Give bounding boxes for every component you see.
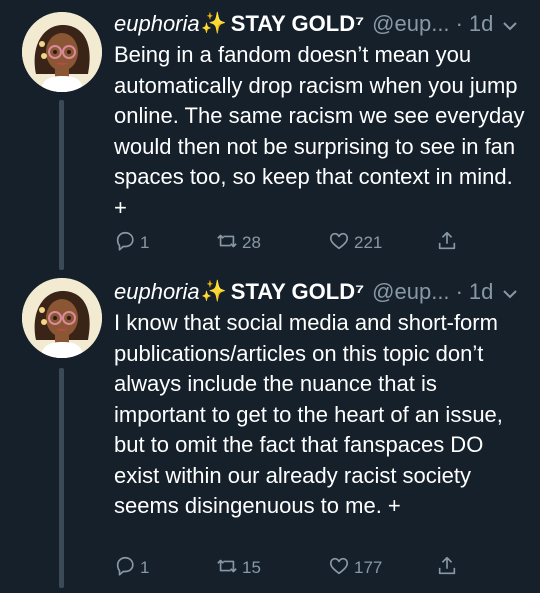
- avatar[interactable]: [22, 12, 102, 92]
- display-name-italic[interactable]: euphoria: [114, 11, 200, 37]
- like-button[interactable]: 177: [328, 555, 382, 582]
- sparkle-emoji: ✨: [200, 12, 227, 35]
- tweet-text: Being in a fandom doesn’t mean you autom…: [114, 42, 525, 220]
- thread-line: [59, 368, 64, 588]
- tweet-1[interactable]: euphoria ✨ STAY GOLD⁷ @eup... · 1d Being…: [0, 0, 540, 275]
- action-bar: 1 15 177: [114, 553, 540, 583]
- avatar[interactable]: [22, 278, 102, 358]
- like-count: 221: [354, 233, 383, 252]
- sparkle-emoji: ✨: [200, 280, 227, 303]
- share-button[interactable]: [436, 230, 462, 257]
- reply-icon: [114, 230, 140, 257]
- like-count: 177: [354, 558, 383, 577]
- handle[interactable]: @eup...: [372, 279, 449, 305]
- reply-count: 1: [140, 558, 150, 577]
- like-icon: [328, 230, 354, 257]
- handle[interactable]: @eup...: [372, 11, 449, 37]
- retweet-count: 15: [242, 558, 261, 577]
- reply-button[interactable]: 1: [114, 230, 149, 257]
- thread-line: [59, 100, 64, 270]
- reply-count: 1: [140, 233, 150, 252]
- display-name-bold[interactable]: STAY GOLD⁷: [231, 279, 364, 305]
- share-icon: [436, 555, 462, 582]
- reply-button[interactable]: 1: [114, 555, 149, 582]
- retweet-button[interactable]: 28: [216, 230, 261, 257]
- share-icon: [436, 230, 462, 257]
- like-icon: [328, 555, 354, 582]
- tweet-2[interactable]: euphoria ✨ STAY GOLD⁷ @eup... · 1d I kno…: [0, 268, 540, 593]
- retweet-button[interactable]: 15: [216, 555, 261, 582]
- tweet-header: euphoria ✨ STAY GOLD⁷ @eup... · 1d: [114, 9, 522, 39]
- chevron-down-icon[interactable]: [501, 15, 519, 33]
- share-button[interactable]: [436, 555, 462, 582]
- separator-dot: ·: [455, 11, 463, 36]
- timestamp[interactable]: 1d: [469, 11, 493, 37]
- reply-icon: [114, 555, 140, 582]
- retweet-icon: [216, 555, 242, 582]
- retweet-icon: [216, 230, 242, 257]
- display-name-italic[interactable]: euphoria: [114, 279, 200, 305]
- separator-dot: ·: [455, 279, 463, 304]
- action-bar: 1 28 221: [114, 228, 540, 258]
- display-name-bold[interactable]: STAY GOLD⁷: [231, 11, 364, 37]
- timestamp[interactable]: 1d: [469, 279, 493, 305]
- like-button[interactable]: 221: [328, 230, 382, 257]
- tweet-text: I know that social media and short-form …: [114, 310, 503, 518]
- tweet-header: euphoria ✨ STAY GOLD⁷ @eup... · 1d: [114, 277, 522, 307]
- chevron-down-icon[interactable]: [501, 283, 519, 301]
- retweet-count: 28: [242, 233, 261, 252]
